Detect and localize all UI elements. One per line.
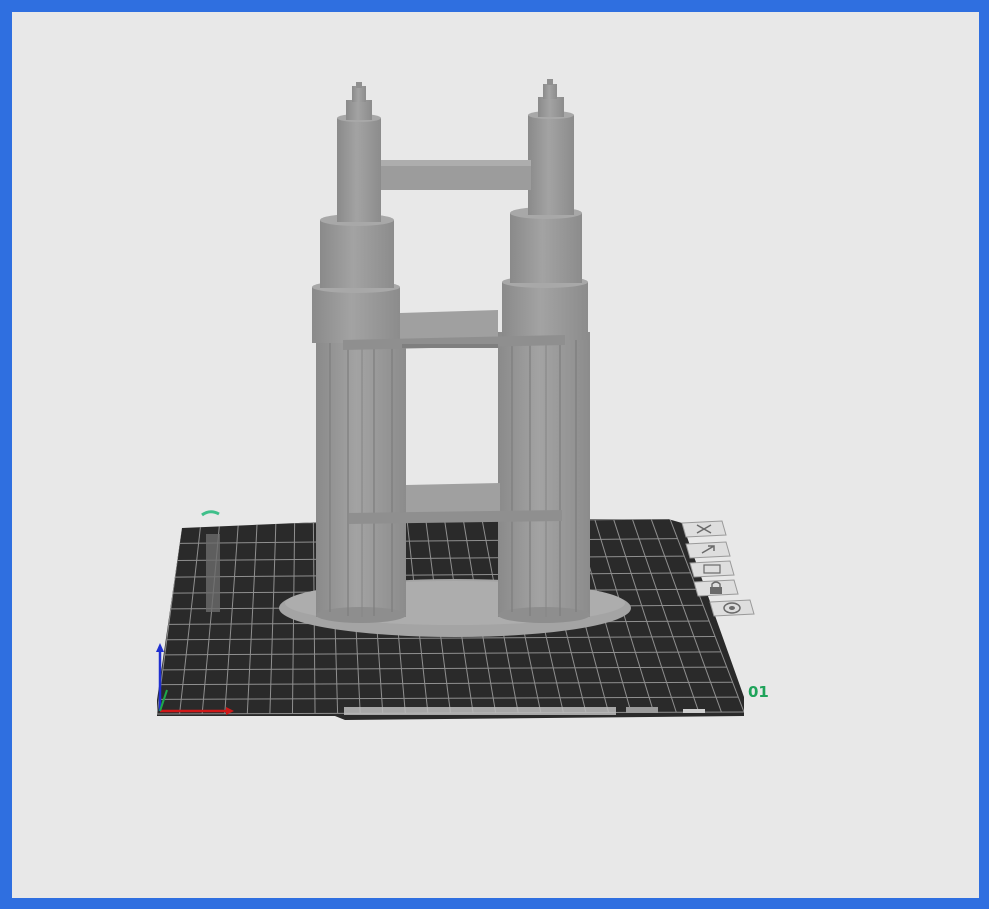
plate-front-mark <box>683 709 705 713</box>
close-icon[interactable] <box>681 520 727 538</box>
plate-front-strip-small <box>626 707 658 713</box>
auto-orient-icon[interactable] <box>685 541 731 559</box>
sky-bridge <box>381 160 531 190</box>
plate-number-label: 01 <box>748 683 769 701</box>
plate-marker-icon <box>201 510 220 517</box>
plate-side-strip <box>206 534 220 612</box>
arrange-icon[interactable] <box>689 560 735 578</box>
z-axis-arrow <box>156 643 164 652</box>
viewport-scene[interactable]: 01 <box>0 0 989 909</box>
plate-front-strip <box>344 707 616 715</box>
lock-icon[interactable] <box>693 579 739 597</box>
settings-icon[interactable] <box>709 599 755 617</box>
